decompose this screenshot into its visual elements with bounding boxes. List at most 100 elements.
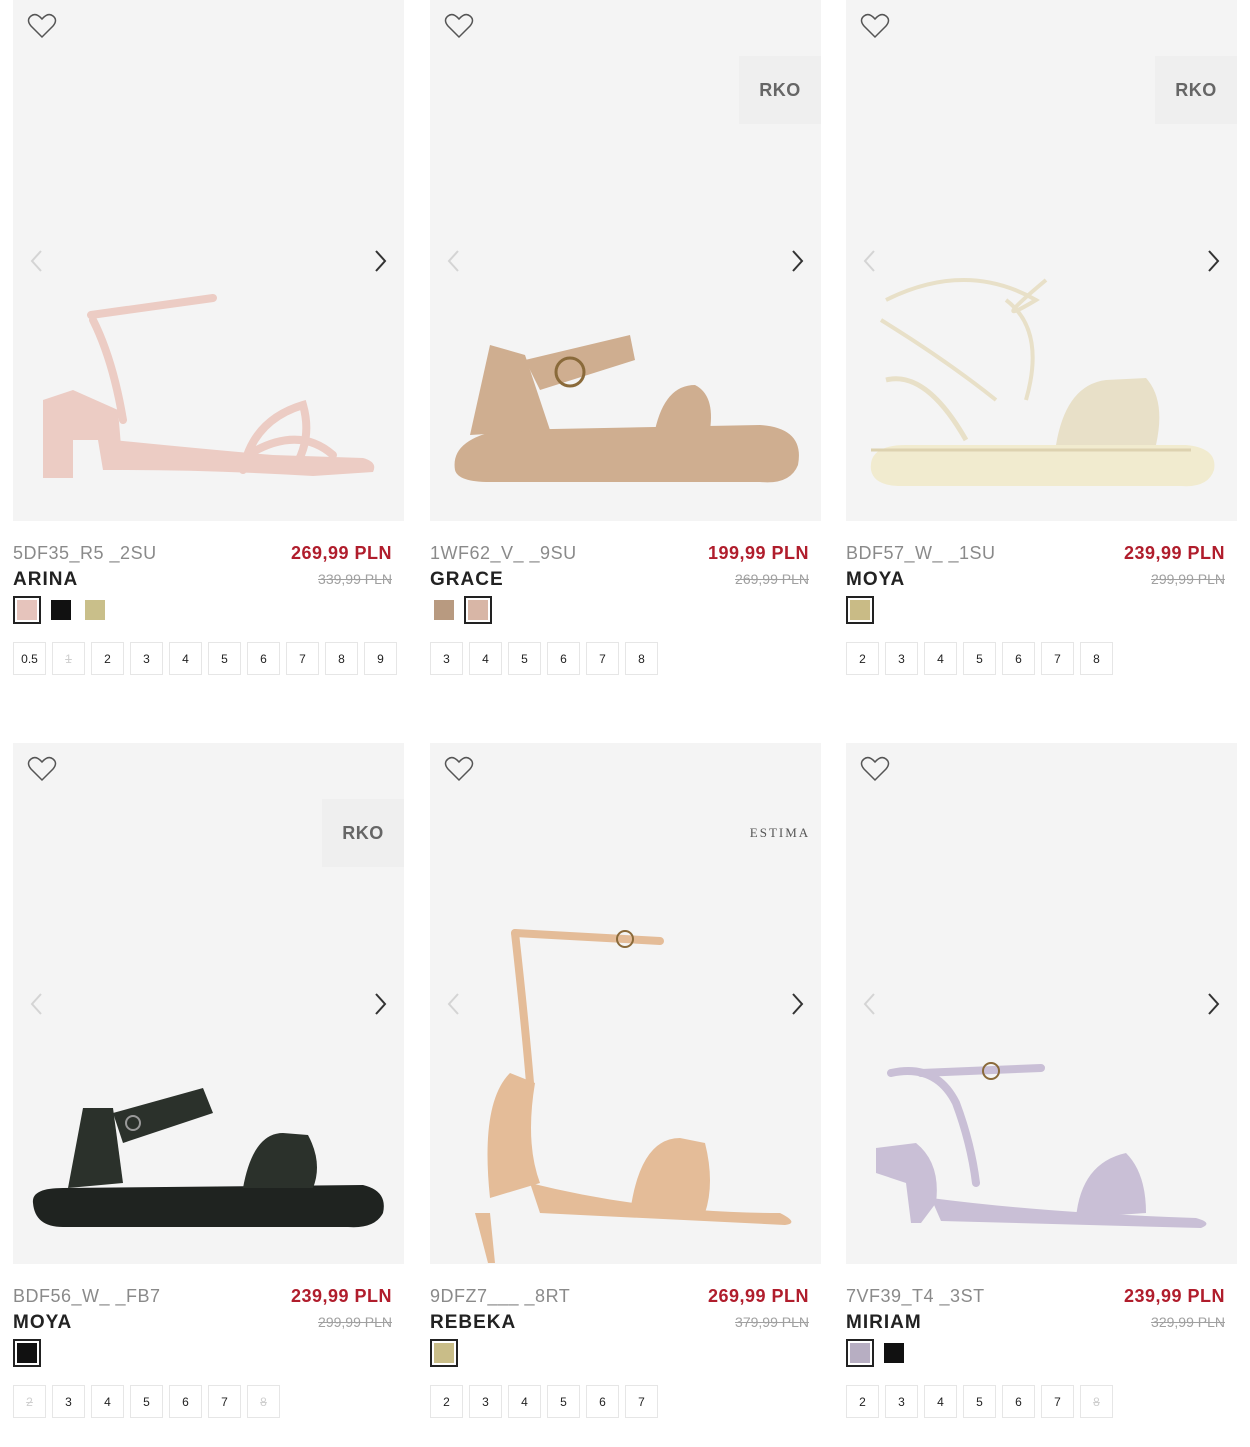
size-option[interactable]: 8 (1080, 642, 1113, 675)
heart-outline-icon[interactable] (27, 755, 57, 783)
chevron-right-icon[interactable] (1203, 247, 1223, 275)
size-option[interactable]: 5 (508, 642, 541, 675)
heart-outline-icon[interactable] (27, 12, 57, 40)
product-name[interactable]: REBEKA (430, 1312, 516, 1334)
color-swatch[interactable] (464, 596, 492, 624)
size-option[interactable]: 8 (1080, 1385, 1113, 1418)
size-option[interactable]: 3 (469, 1385, 502, 1418)
chevron-right-icon[interactable] (1203, 990, 1223, 1018)
color-swatch[interactable] (846, 1339, 874, 1367)
product-image-container[interactable]: RKO (430, 0, 821, 521)
size-option[interactable]: 5 (547, 1385, 580, 1418)
size-option[interactable]: 7 (208, 1385, 241, 1418)
chevron-right-icon[interactable] (370, 990, 390, 1018)
swatch-fill (51, 600, 71, 620)
product-name[interactable]: MOYA (13, 1312, 72, 1334)
size-option[interactable]: 5 (208, 642, 241, 675)
size-option[interactable]: 4 (924, 1385, 957, 1418)
size-option[interactable]: 8 (247, 1385, 280, 1418)
color-swatch[interactable] (430, 596, 458, 624)
size-option[interactable]: 6 (586, 1385, 619, 1418)
product-card[interactable]: 5DF35_R5 _2SU ARINA 269,99 PLN 339,99 PLN 0.… (13, 0, 404, 675)
size-option[interactable]: 4 (508, 1385, 541, 1418)
color-swatch[interactable] (81, 596, 109, 624)
product-name[interactable]: ARINA (13, 569, 78, 591)
size-option[interactable]: 3 (885, 642, 918, 675)
swatch-fill (850, 600, 870, 620)
size-option[interactable]: 7 (1041, 642, 1074, 675)
size-option[interactable]: 7 (286, 642, 319, 675)
product-image-container[interactable] (846, 743, 1237, 1264)
product-name[interactable]: GRACE (430, 569, 504, 591)
product-image[interactable] (13, 0, 404, 521)
size-option[interactable]: 6 (169, 1385, 202, 1418)
size-option[interactable]: 1 (52, 642, 85, 675)
product-image-container[interactable]: RKO (13, 743, 404, 1264)
size-option[interactable]: 3 (885, 1385, 918, 1418)
chevron-left-icon[interactable] (27, 247, 47, 275)
chevron-left-icon[interactable] (444, 247, 464, 275)
color-swatch[interactable] (13, 596, 41, 624)
size-option[interactable]: 2 (846, 1385, 879, 1418)
size-option[interactable]: 6 (547, 642, 580, 675)
product-name[interactable]: MIRIAM (846, 1312, 922, 1334)
product-price: 239,99 PLN (1123, 1286, 1225, 1306)
chevron-left-icon[interactable] (860, 247, 880, 275)
size-option[interactable]: 7 (625, 1385, 658, 1418)
product-card[interactable]: 7VF39_T4 _3ST MIRIAM 239,99 PLN 329,99 PLN 2… (846, 743, 1237, 1418)
chevron-right-icon[interactable] (787, 990, 807, 1018)
size-option[interactable]: 3 (430, 642, 463, 675)
product-name[interactable]: MOYA (846, 569, 905, 591)
chevron-right-icon[interactable] (787, 247, 807, 275)
chevron-right-icon[interactable] (370, 247, 390, 275)
color-swatch[interactable] (880, 1339, 908, 1367)
size-option[interactable]: 4 (91, 1385, 124, 1418)
size-options: 2345678 (846, 1385, 1237, 1418)
size-option[interactable]: 9 (364, 642, 397, 675)
size-option[interactable]: 0.5 (13, 642, 46, 675)
size-option[interactable]: 4 (169, 642, 202, 675)
size-option[interactable]: 5 (130, 1385, 163, 1418)
size-option[interactable]: 2 (13, 1385, 46, 1418)
size-option[interactable]: 8 (325, 642, 358, 675)
size-option[interactable]: 6 (247, 642, 280, 675)
product-image-container[interactable] (13, 0, 404, 521)
size-option[interactable]: 4 (469, 642, 502, 675)
size-option[interactable]: 2 (91, 642, 124, 675)
color-swatch[interactable] (846, 596, 874, 624)
product-card[interactable]: RKO BDF56_W_ _FB7 MOYA 239,99 PLN 299,99 PLN… (13, 743, 404, 1418)
swatch-fill (850, 1343, 870, 1363)
product-image[interactable] (846, 743, 1237, 1264)
size-option[interactable]: 5 (963, 1385, 996, 1418)
size-option[interactable]: 2 (430, 1385, 463, 1418)
size-options: 234567 (430, 1385, 821, 1418)
size-option[interactable]: 8 (625, 642, 658, 675)
chevron-left-icon[interactable] (860, 990, 880, 1018)
size-option[interactable]: 3 (130, 642, 163, 675)
product-card[interactable]: RKO 1WF62_V_ _9SU GRACE 199,99 PLN 269,99 PL… (430, 0, 821, 675)
size-option[interactable]: 7 (1041, 1385, 1074, 1418)
size-option[interactable]: 4 (924, 642, 957, 675)
chevron-left-icon[interactable] (444, 990, 464, 1018)
size-option[interactable]: 6 (1002, 642, 1035, 675)
size-option[interactable]: 3 (52, 1385, 85, 1418)
color-swatch[interactable] (47, 596, 75, 624)
brand-badge: RKO (322, 799, 404, 867)
chevron-left-icon[interactable] (27, 990, 47, 1018)
product-card[interactable]: RKO BDF57_W_ _1SU MOYA 239,99 PLN 299,99 PLN… (846, 0, 1237, 675)
heart-outline-icon[interactable] (860, 12, 890, 40)
heart-outline-icon[interactable] (444, 12, 474, 40)
size-option[interactable]: 6 (1002, 1385, 1035, 1418)
size-option[interactable]: 2 (846, 642, 879, 675)
size-option[interactable]: 7 (586, 642, 619, 675)
color-swatch[interactable] (13, 1339, 41, 1367)
product-card[interactable]: ESTIMA 9DFZ7___ _8RT REBEKA 269,99 PLN 379,9… (430, 743, 821, 1418)
heart-outline-icon[interactable] (860, 755, 890, 783)
size-option[interactable]: 5 (963, 642, 996, 675)
product-image-container[interactable]: RKO (846, 0, 1237, 521)
heart-outline-icon[interactable] (444, 755, 474, 783)
product-sku: 1WF62_V_ _9SU (430, 543, 577, 563)
swatch-fill (17, 1343, 37, 1363)
product-image-container[interactable]: ESTIMA (430, 743, 821, 1264)
color-swatch[interactable] (430, 1339, 458, 1367)
